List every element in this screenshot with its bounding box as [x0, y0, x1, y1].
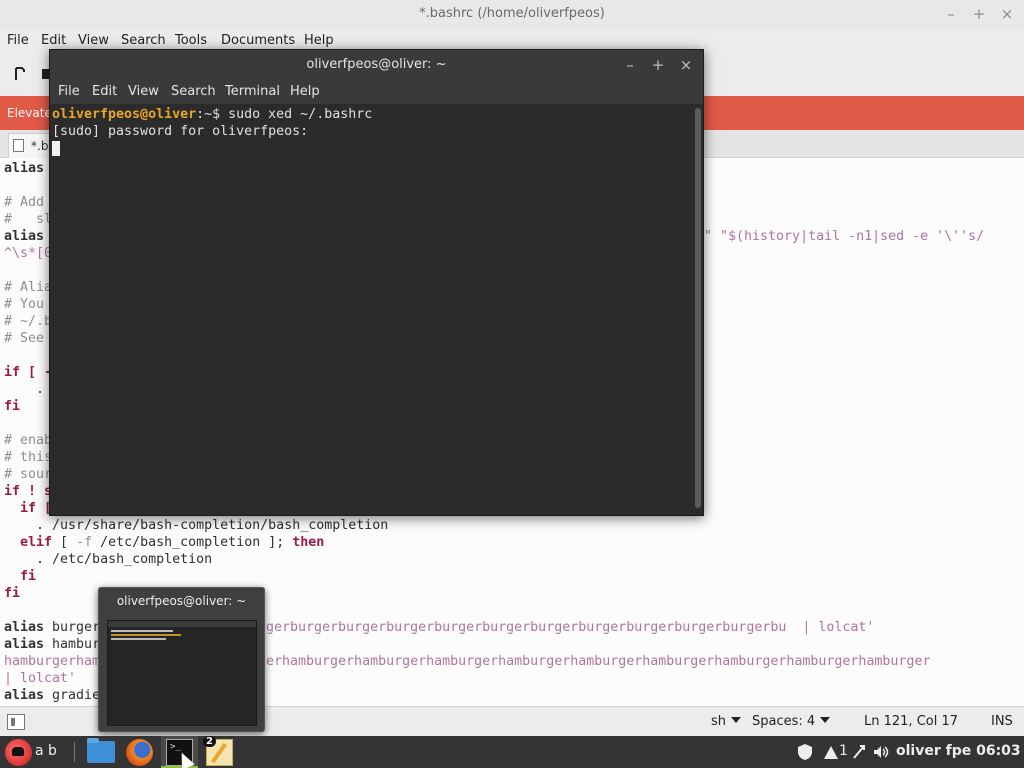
code-line: ^\s*[0 [4, 246, 53, 261]
close-icon[interactable]: × [677, 56, 695, 74]
preview-title: oliverfpeos@oliver: ~ [116, 594, 247, 608]
tab-label: *.b [31, 139, 49, 153]
code-line: hamburgerham [4, 654, 101, 669]
terminal-menu-help[interactable]: Help [290, 84, 320, 99]
firefox-icon[interactable] [126, 739, 153, 766]
code-line: # ~/.b [4, 314, 53, 329]
code-line: " "$(history|tail -n1|sed -e '\''s/ [704, 229, 985, 244]
terminal-menu-view[interactable]: View [128, 84, 159, 99]
network-icon[interactable] [822, 743, 840, 765]
shield-icon[interactable] [797, 743, 813, 765]
code-line: # See [4, 331, 45, 346]
minimize-icon[interactable]: – [942, 5, 960, 23]
code-line: alias burger= [4, 620, 109, 635]
code-line: gerburgerburgerburgerburgerburgerburgerb… [266, 620, 875, 635]
chevron-down-icon [731, 717, 742, 723]
editor-menu-view[interactable]: View [78, 33, 109, 48]
code-line: fi [4, 586, 21, 601]
thumbnail-line [111, 634, 181, 636]
bluetooth-icon[interactable] [851, 743, 867, 765]
tab-width-selector[interactable]: Spaces: 4 [752, 714, 831, 729]
editor-titlebar[interactable]: *.bashrc (/home/oliverfpeos) – + × [0, 0, 1024, 30]
code-line: alias [4, 229, 45, 244]
editor-menu-edit[interactable]: Edit [41, 33, 66, 48]
code-line: # enab [4, 433, 53, 448]
terminal-menu-terminal[interactable]: Terminal [225, 84, 280, 99]
folder-icon[interactable] [87, 738, 115, 763]
editor-menu-file[interactable]: File [7, 33, 29, 48]
preview-thumbnail [107, 620, 257, 726]
thumbnail-line [111, 630, 173, 632]
code-line: elif [ -f /etc/bash_completion ]; then [4, 535, 325, 550]
code-line: # Alia [4, 280, 53, 295]
menu-label[interactable]: a b [35, 743, 57, 759]
code-line: if [ - [4, 365, 53, 380]
side-panel-toggle-icon[interactable] [7, 714, 25, 730]
code-line: alias [4, 161, 45, 176]
maximize-icon[interactable]: + [970, 5, 988, 23]
code-line: . /usr/share/bash-completion/bash_comple… [4, 518, 389, 533]
mint-menu-icon[interactable] [5, 739, 32, 766]
clock[interactable]: oliver fpe 06:03 [896, 743, 1021, 759]
terminal-window[interactable]: oliverfpeos@oliver: ~ – + × File Edit Vi… [49, 49, 704, 516]
terminal-command-line: oliverfpeos@oliver:~$ sudo xed ~/.bashrc [52, 107, 373, 122]
code-line: fi [4, 399, 21, 414]
window-preview[interactable]: oliverfpeos@oliver: ~ [98, 587, 265, 732]
terminal-scrollbar[interactable] [695, 108, 701, 508]
code-line: alias hambur [4, 637, 101, 652]
taskbar: a b >_ 2 1 oliver fpe 06:03 [0, 736, 1024, 768]
notification-count: 1 [839, 743, 848, 759]
insert-mode: INS [991, 714, 1013, 729]
code-line: . [4, 382, 45, 397]
terminal-cursor [52, 141, 60, 156]
window-count-badge: 2 [203, 736, 216, 747]
code-line: # You [4, 297, 45, 312]
code-line: if [ [4, 501, 53, 516]
language-selector[interactable]: sh [711, 714, 742, 729]
maximize-icon[interactable]: + [649, 56, 667, 74]
volume-icon[interactable] [872, 743, 890, 765]
code-line: # sour [4, 467, 53, 482]
minimize-icon[interactable]: – [621, 56, 639, 74]
thumbnail-titlebar [108, 621, 256, 627]
terminal-sudo-prompt: [sudo] password for oliverfpeos: [52, 124, 309, 139]
terminal-titlebar[interactable]: oliverfpeos@oliver: ~ – + × [50, 50, 703, 80]
taskbar-separator [74, 742, 75, 762]
editor-menu-search[interactable]: Search [121, 33, 166, 48]
terminal-menu-file[interactable]: File [58, 84, 80, 99]
terminal-menu-search[interactable]: Search [171, 84, 216, 99]
document-icon [13, 139, 24, 152]
editor-window-title: *.bashrc (/home/oliverfpeos) [419, 6, 605, 21]
desktop: *.bashrc (/home/oliverfpeos) – + × File … [0, 0, 1024, 768]
code-line: # this [4, 450, 53, 465]
code-line: # Add [4, 195, 45, 210]
close-icon[interactable]: × [998, 5, 1016, 23]
code-line: | lolcat' [4, 671, 77, 686]
code-line: fi [4, 569, 37, 584]
editor-menu-documents[interactable]: Documents [221, 33, 295, 48]
terminal-output[interactable]: oliverfpeos@oliver:~$ sudo xed ~/.bashrc… [50, 104, 693, 515]
chevron-down-icon [820, 717, 831, 723]
code-line: alias gradie [4, 688, 101, 703]
code-line: . /etc/bash_completion [4, 552, 213, 567]
code-line: erhamburgerhamburgerhamburgerhamburgerha… [266, 654, 931, 669]
terminal-menu-edit[interactable]: Edit [92, 84, 117, 99]
code-line: # sl [4, 212, 53, 227]
save-icon[interactable] [12, 66, 28, 82]
terminal-window-title: oliverfpeos@oliver: ~ [306, 57, 447, 72]
thumbnail-line [111, 638, 166, 640]
code-line: if ! s [4, 484, 53, 499]
editor-menu-help[interactable]: Help [304, 33, 334, 48]
cursor-position: Ln 121, Col 17 [864, 714, 959, 729]
editor-menu-tools[interactable]: Tools [175, 33, 207, 48]
elevated-label: Elevate [7, 106, 52, 120]
terminal-menubar: File Edit View Search Terminal Help [50, 80, 703, 104]
